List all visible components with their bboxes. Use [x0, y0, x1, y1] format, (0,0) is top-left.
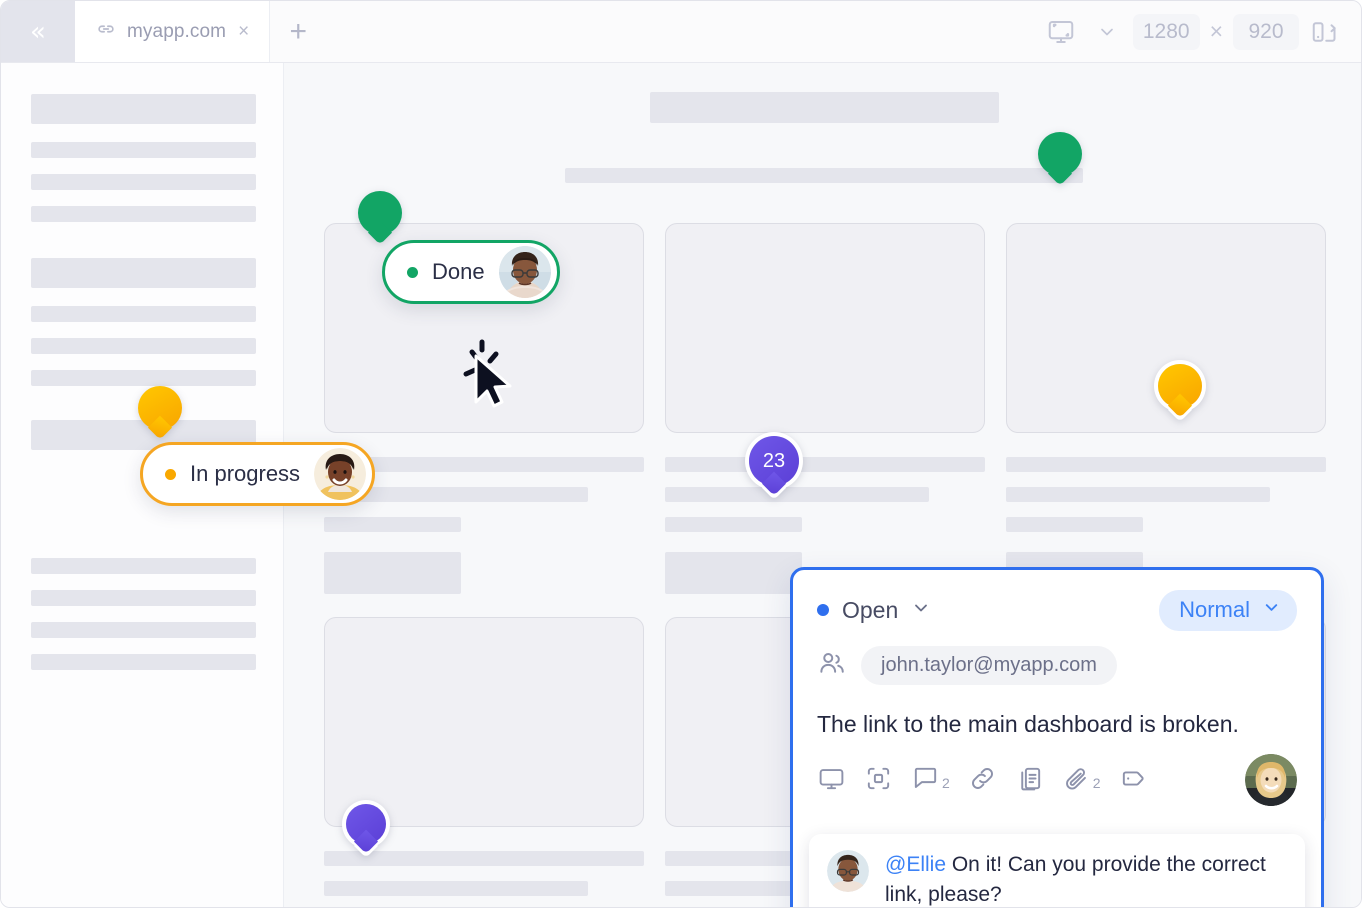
pin-green-header[interactable]: [1038, 132, 1082, 176]
pin-purple-23[interactable]: 23: [749, 436, 799, 486]
skeleton-bar: [324, 552, 461, 594]
skeleton-bar: [1006, 517, 1143, 532]
skeleton-bar: [31, 94, 256, 124]
viewport-width-input[interactable]: 1280: [1132, 13, 1200, 50]
status-dot: [817, 604, 829, 616]
link-icon: [95, 18, 117, 45]
skeleton-bar: [31, 306, 256, 322]
status-badge-label: In progress: [190, 461, 301, 486]
avatar: [827, 850, 869, 892]
issue-status-dropdown[interactable]: Open: [817, 597, 931, 624]
reply-text: @Ellie On it! Can you provide the correc…: [885, 850, 1287, 907]
viewport-height-input[interactable]: 920: [1233, 13, 1299, 50]
skeleton-bar: [665, 517, 802, 532]
skeleton-bar: [324, 517, 461, 532]
skeleton-bar: [650, 92, 999, 123]
viewport-separator: ×: [1209, 18, 1223, 44]
chevron-down-icon[interactable]: [1087, 12, 1127, 52]
skeleton-bar: [31, 206, 256, 222]
skeleton-bar: [31, 338, 256, 354]
content-card[interactable]: [324, 617, 644, 827]
pin-label: 23: [762, 449, 786, 472]
skeleton-bar: [565, 168, 1083, 183]
issue-status-label: Open: [842, 596, 899, 623]
comment-message: The link to the main dashboard is broken…: [817, 711, 1239, 737]
screenshot-icon[interactable]: [817, 764, 846, 793]
avatar: [314, 448, 367, 500]
sidebar-collapse-button[interactable]: «: [1, 1, 75, 62]
skeleton-bar: [324, 881, 588, 896]
comment-reply[interactable]: @Ellie On it! Can you provide the correc…: [809, 834, 1305, 907]
skeleton-bar: [1006, 487, 1270, 502]
chevron-down-icon: [1262, 597, 1281, 623]
status-badge-in-progress[interactable]: In progress: [140, 442, 376, 506]
viewport-controls: 1280 × 920: [1041, 1, 1361, 62]
comment-icon[interactable]: 2: [911, 764, 950, 793]
browser-toolbar: « myapp.com × + 1280 × 920: [1, 1, 1361, 63]
pin-yellow-sidebar[interactable]: [138, 386, 182, 430]
chevrons-left-icon: «: [30, 16, 46, 47]
comment-toolbar: 2 2: [817, 754, 1297, 807]
comment-count: 2: [942, 775, 950, 792]
skeleton-bar: [31, 258, 256, 288]
skeleton-bar: [31, 590, 256, 606]
status-dot: [165, 468, 176, 480]
skeleton-bar: [665, 487, 929, 502]
skeleton-bar: [31, 654, 256, 670]
skeleton-bar: [1006, 457, 1326, 472]
assignee-row: john.taylor@myapp.com: [817, 646, 1297, 685]
page-body: 23 Done In progress Open Normal john.tay…: [1, 63, 1361, 907]
close-icon[interactable]: ×: [236, 21, 251, 43]
avatar: [498, 246, 551, 298]
pin-yellow-card[interactable]: [1158, 364, 1202, 408]
priority-label: Normal: [1179, 596, 1250, 622]
status-dot: [407, 266, 418, 278]
skeleton-bar: [324, 851, 644, 866]
priority-dropdown[interactable]: Normal: [1159, 589, 1297, 631]
attachment-icon[interactable]: 2: [1062, 764, 1101, 793]
content-card[interactable]: [665, 223, 985, 433]
browser-preview-window: « myapp.com × + 1280 × 920 23 Done In pr…: [0, 0, 1362, 908]
tab-title: myapp.com: [127, 20, 227, 42]
skeleton-bar: [31, 370, 256, 386]
people-icon: [817, 648, 847, 683]
pin-purple-card[interactable]: [346, 804, 386, 844]
assignee-email[interactable]: john.taylor@myapp.com: [861, 646, 1117, 685]
mouse-cursor: [444, 328, 534, 408]
panel-header: Open Normal: [817, 589, 1297, 631]
mention-ellie[interactable]: @Ellie: [885, 853, 946, 876]
select-region-icon[interactable]: [864, 764, 893, 793]
tag-icon[interactable]: [1119, 764, 1148, 793]
status-badge-label: Done: [432, 259, 485, 284]
skeleton-bar: [31, 142, 256, 158]
link-icon[interactable]: [968, 764, 997, 793]
device-rotate-icon[interactable]: [1305, 12, 1345, 52]
avatar: [1245, 754, 1297, 807]
copy-icon[interactable]: [1015, 764, 1044, 793]
skeleton-bar: [31, 558, 256, 574]
new-tab-button[interactable]: +: [270, 1, 326, 62]
status-badge-done[interactable]: Done: [382, 240, 560, 304]
skeleton-bar: [665, 457, 985, 472]
pin-green-card[interactable]: [358, 191, 402, 235]
chevron-down-icon: [911, 598, 931, 623]
browser-tab-myapp[interactable]: myapp.com ×: [75, 1, 271, 62]
comment-panel: Open Normal john.taylor@myapp.com The li…: [790, 567, 1324, 907]
skeleton-bar: [665, 552, 802, 594]
skeleton-bar: [31, 174, 256, 190]
skeleton-bar: [31, 622, 256, 638]
monitor-icon[interactable]: [1041, 12, 1081, 52]
attachment-count: 2: [1092, 775, 1101, 792]
